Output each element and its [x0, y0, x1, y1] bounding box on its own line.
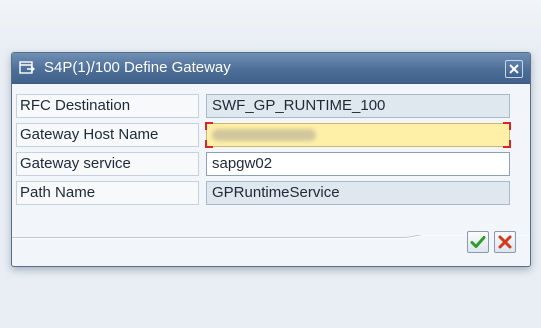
path-name-label: Path Name	[16, 181, 199, 205]
dialog-window-icon	[19, 60, 36, 76]
cancel-x-icon	[498, 235, 512, 249]
define-gateway-dialog: S4P(1)/100 Define Gateway RFC Destinatio…	[11, 52, 531, 267]
rfc-destination-field: SWF_GP_RUNTIME_100	[206, 94, 510, 118]
focus-corner	[503, 122, 511, 130]
gateway-host-name-label: Gateway Host Name	[16, 123, 199, 147]
dialog-titlebar[interactable]: S4P(1)/100 Define Gateway	[12, 53, 530, 84]
background	[0, 0, 541, 52]
close-button[interactable]	[505, 60, 523, 78]
gateway-service-label: Gateway service	[16, 152, 199, 176]
focus-corner	[503, 140, 511, 148]
close-icon	[509, 64, 519, 74]
gateway-service-field[interactable]: sapgw02	[206, 152, 510, 176]
gateway-host-name-field[interactable]	[205, 122, 511, 148]
focus-corner	[205, 140, 213, 148]
footer-separator	[12, 235, 530, 239]
rfc-destination-label: RFC Destination	[16, 94, 199, 118]
cancel-button[interactable]	[494, 231, 516, 253]
dialog-title: S4P(1)/100 Define Gateway	[44, 59, 231, 76]
path-name-field: GPRuntimeService	[206, 181, 510, 205]
redacted-host-value	[212, 129, 316, 141]
ok-button[interactable]	[467, 231, 489, 253]
focus-corner	[205, 122, 213, 130]
checkmark-icon	[470, 236, 486, 248]
